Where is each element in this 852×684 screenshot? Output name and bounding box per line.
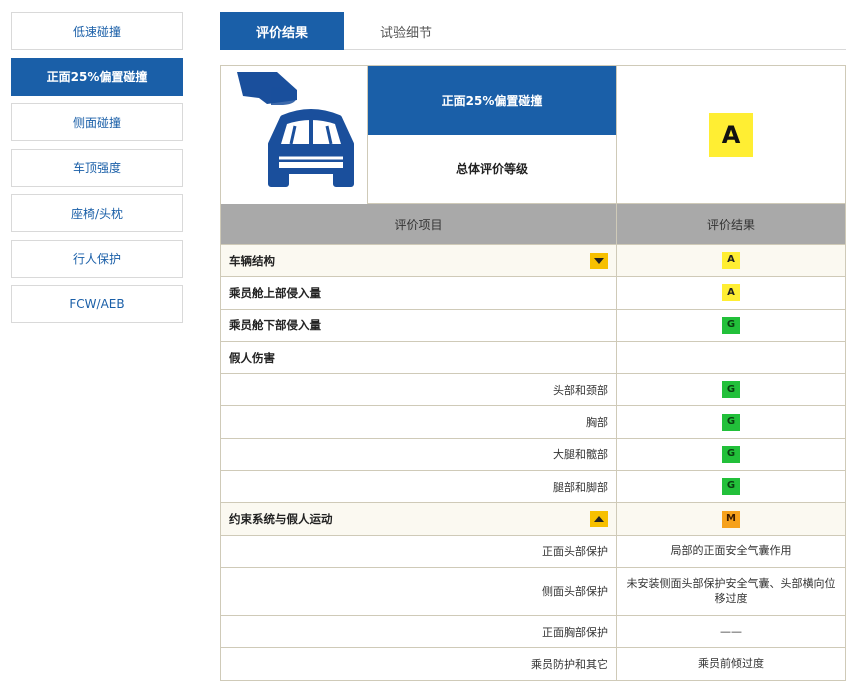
table-row: 侧面头部保护 未安装侧面头部保护安全气囊、头部横向位移过度 [221, 566, 845, 615]
table-row: 大腿和髋部 G [221, 437, 845, 471]
row-result-cell: G [617, 310, 845, 341]
table-row: 约束系统与假人运动 M [221, 502, 845, 535]
row-label: 假人伤害 [229, 350, 275, 365]
results-panel: 正面25%偏置碰撞 总体评价等级 A 评价项目 评价结果 车辆结构 A 乘员舱上… [220, 65, 846, 681]
row-label: 正面胸部保护 [542, 625, 608, 639]
row-label: 乘员舱下部侵入量 [229, 318, 321, 333]
tab-results[interactable]: 评价结果 [220, 12, 344, 50]
table-row: 车辆结构 A [221, 244, 845, 277]
row-label-cell: 头部和颈部 [221, 374, 617, 406]
row-result-text: —— [720, 624, 742, 638]
sidebar-item-pedestrian[interactable]: 行人保护 [11, 239, 183, 278]
row-label: 腿部和脚部 [553, 480, 608, 494]
table-row: 胸部 G [221, 405, 845, 438]
row-result-cell: G [617, 471, 845, 502]
row-label: 胸部 [586, 416, 608, 430]
sidebar-item-fcw-aeb[interactable]: FCW/AEB [11, 285, 183, 323]
row-label-cell: 腿部和脚部 [221, 471, 617, 503]
table-row: 头部和颈部 G [221, 373, 845, 406]
row-label: 约束系统与假人运动 [229, 512, 333, 527]
row-label-cell: 侧面头部保护 [221, 567, 617, 615]
row-label-cell: 约束系统与假人运动 [221, 503, 617, 535]
row-label-cell: 正面胸部保护 [221, 615, 617, 648]
table-row: 正面头部保护 局部的正面安全气囊作用 [221, 534, 845, 567]
row-label-cell: 大腿和髋部 [221, 438, 617, 471]
row-label: 车辆结构 [229, 253, 275, 268]
chevron-up-icon [594, 516, 604, 523]
row-label: 乘员防护和其它 [531, 657, 608, 671]
crash-type-title: 正面25%偏置碰撞 [368, 66, 616, 135]
row-result-text: 局部的正面安全气囊作用 [670, 544, 792, 558]
overall-rating-badge: A [709, 112, 753, 157]
row-label: 侧面头部保护 [542, 585, 608, 599]
row-label: 头部和颈部 [553, 383, 608, 397]
row-result-cell: M [617, 503, 845, 534]
sidebar-nav: 低速碰撞 正面25%偏置碰撞 侧面碰撞 车顶强度 座椅/头枕 行人保护 FCW/… [11, 12, 183, 331]
sidebar-item-small-overlap[interactable]: 正面25%偏置碰撞 [11, 57, 183, 96]
rating-badge: A [722, 252, 740, 270]
table-row: 正面胸部保护 —— [221, 614, 845, 648]
row-label-cell: 正面头部保护 [221, 535, 617, 567]
row-label-cell: 乘员舱上部侵入量 [221, 277, 617, 309]
tab-bar: 评价结果 试验细节 [220, 12, 846, 50]
row-label-cell: 车辆结构 [221, 245, 617, 277]
row-result-cell [617, 342, 845, 373]
rating-badge: G [722, 445, 740, 463]
row-result-text: 未安装侧面头部保护安全气囊、头部横向位移过度 [626, 576, 836, 606]
sidebar-item-side-impact[interactable]: 侧面碰撞 [11, 103, 183, 141]
sidebar-item-low-speed[interactable]: 低速碰撞 [11, 12, 183, 50]
rating-badge: G [722, 381, 740, 399]
row-result-cell: G [617, 374, 845, 405]
collapse-toggle-button[interactable] [590, 511, 608, 528]
rating-badge: G [722, 316, 740, 334]
hero-middle: 正面25%偏置碰撞 总体评价等级 [368, 66, 617, 203]
overall-rating-cell: A [617, 66, 845, 203]
table-row: 乘员舱上部侵入量 A [221, 276, 845, 309]
header-item: 评价项目 [221, 204, 617, 244]
table-row: 乘员防护和其它 乘员前倾过度 [221, 647, 845, 680]
row-result-cell: G [617, 406, 845, 437]
overall-rating-label: 总体评价等级 [455, 162, 528, 177]
row-label: 乘员舱上部侵入量 [229, 285, 321, 300]
row-label-cell: 乘员防护和其它 [221, 648, 617, 680]
header-result: 评价结果 [706, 217, 755, 232]
row-label: 正面头部保护 [542, 545, 608, 559]
rating-badge: M [722, 510, 740, 528]
table-row: 腿部和脚部 G [221, 470, 845, 503]
rating-badge: G [722, 478, 740, 496]
row-label: 大腿和髋部 [553, 448, 608, 462]
rating-badge: G [722, 413, 740, 431]
table-row: 乘员舱下部侵入量 G [221, 308, 845, 341]
row-result-cell: G [617, 439, 845, 470]
collapse-toggle-button[interactable] [590, 252, 608, 269]
chevron-down-icon [594, 257, 604, 264]
table-row: 假人伤害 [221, 340, 845, 374]
car-front-offset-icon [237, 72, 354, 187]
sidebar-item-roof-strength[interactable]: 车顶强度 [11, 148, 183, 187]
row-label-cell: 假人伤害 [221, 341, 617, 374]
table-header: 评价项目 评价结果 [221, 204, 845, 244]
row-label-cell: 胸部 [221, 406, 617, 438]
row-result-text: 乘员前倾过度 [698, 656, 764, 670]
tab-test-details[interactable]: 试验细节 [344, 12, 468, 50]
sidebar-item-seat-headrest[interactable]: 座椅/头枕 [11, 194, 183, 232]
row-label-cell: 乘员舱下部侵入量 [221, 309, 617, 341]
hero-section: 正面25%偏置碰撞 总体评价等级 A [221, 66, 845, 204]
row-result-cell: A [617, 277, 845, 308]
row-result-cell: A [617, 245, 845, 276]
small-overlap-crash-illustration [221, 66, 368, 204]
rating-badge: A [722, 284, 740, 302]
